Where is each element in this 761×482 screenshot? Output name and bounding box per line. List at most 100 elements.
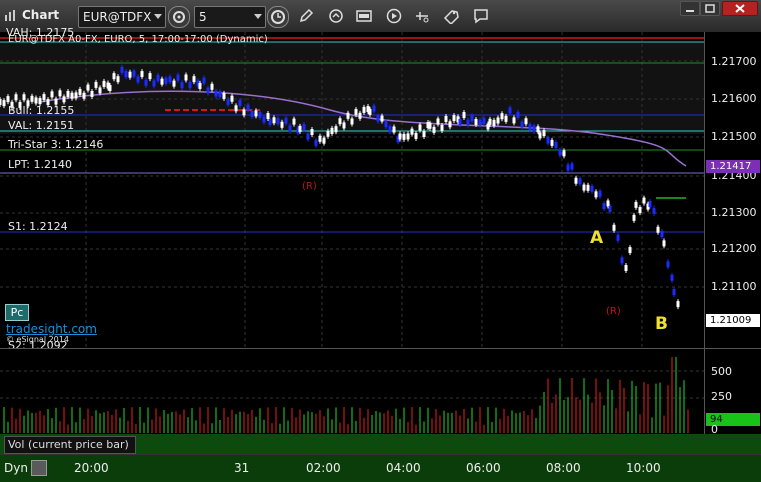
- time-axis[interactable]: Dyn 20:00 31 02:00 04:00 06:00 08:00 10:…: [0, 454, 761, 482]
- price-bar-body: [598, 190, 602, 197]
- price-bar-body: [554, 142, 558, 149]
- price-bar-body: [666, 261, 670, 268]
- price-bar-body: [444, 115, 448, 122]
- price-bar-body: [302, 124, 306, 131]
- price-bar-body: [562, 150, 566, 157]
- price-bar-body: [246, 104, 250, 111]
- price-bar-body: [508, 107, 512, 114]
- cut-icon[interactable]: [414, 8, 430, 24]
- price-bar-body: [322, 137, 326, 144]
- price-bar-body: [214, 90, 218, 97]
- price-bar-body: [418, 124, 422, 131]
- price-bar-body: [2, 100, 6, 107]
- price-bar-body: [140, 71, 144, 78]
- price-bar-body: [458, 118, 462, 125]
- price-bar-body: [288, 125, 292, 132]
- price-bar-body: [482, 117, 486, 124]
- time-label: 08:00: [546, 461, 581, 475]
- price-bar-body: [488, 118, 492, 125]
- price-bar-body: [628, 247, 632, 254]
- price-bar-body: [156, 74, 160, 81]
- annotation-a: A: [590, 228, 604, 248]
- minimize-button[interactable]: [680, 1, 700, 16]
- price-chart[interactable]: EUR@TDFX A0-FX, EURO, 5, 17:00-17:00 (Dy…: [0, 26, 704, 352]
- price-bar-body: [376, 115, 380, 122]
- price-bar-body: [172, 80, 176, 87]
- price-bar-body: [624, 265, 628, 272]
- price-bar-body: [272, 117, 276, 124]
- level-label-bull: Bull: 1.2155: [8, 104, 75, 117]
- price-bar-body: [642, 197, 646, 204]
- price-bar-body: [238, 100, 242, 107]
- price-bar-body: [542, 130, 546, 137]
- window-title: Chart: [22, 8, 60, 22]
- copyright-text: © eSignal 2014: [6, 335, 69, 344]
- price-bar-body: [428, 122, 432, 129]
- price-bar-body: [62, 96, 66, 103]
- price-bar-body: [334, 126, 338, 133]
- play-icon[interactable]: [386, 8, 402, 24]
- price-bar-body: [124, 71, 128, 78]
- price-bar-body: [634, 201, 638, 208]
- price-bar-body: [362, 106, 366, 113]
- price-bar-body: [670, 274, 674, 281]
- price-bar-body: [402, 133, 406, 140]
- interval-select[interactable]: 5: [194, 6, 266, 28]
- cursor-mode-icon[interactable]: [328, 8, 344, 24]
- price-axis[interactable]: 1.21700 1.21600 1.21500 1.21400 1.21300 …: [704, 32, 761, 348]
- price-bar-body: [6, 96, 10, 103]
- pencil-icon[interactable]: [298, 8, 314, 24]
- price-bar-body: [652, 207, 656, 214]
- volume-axis: 500 250 94 0: [704, 348, 761, 436]
- price-bar-body: [98, 87, 102, 94]
- data-window-icon[interactable]: [356, 8, 372, 24]
- tradesight-link[interactable]: tradesight.com: [6, 322, 97, 336]
- price-bar-body: [606, 200, 610, 207]
- price-bar-body: [250, 111, 254, 118]
- price-bar-body: [168, 76, 172, 83]
- close-button[interactable]: [722, 1, 758, 16]
- price-bar-body: [276, 118, 280, 125]
- lock-icon[interactable]: [31, 460, 47, 476]
- symbol-select[interactable]: EUR@TDFX: [78, 6, 166, 28]
- volume-pane[interactable]: [0, 348, 704, 435]
- price-bar-body: [242, 109, 246, 116]
- price-bar-body: [616, 234, 620, 241]
- price-bar-body: [198, 82, 202, 89]
- vah-label: VAH: 1.2175: [6, 26, 75, 39]
- price-bar-body: [50, 91, 54, 98]
- price-bar-body: [388, 126, 392, 133]
- time-clock-button[interactable]: [267, 6, 289, 28]
- settings-gear-button[interactable]: [168, 6, 190, 28]
- level-label-val: VAL: 1.2151: [8, 119, 75, 132]
- volume-tick: 250: [711, 390, 732, 403]
- price-bar-body: [192, 76, 196, 83]
- price-bar-body: [222, 92, 226, 99]
- price-bar-body: [206, 87, 210, 94]
- price-bar-body: [504, 115, 508, 122]
- price-bar-body: [128, 71, 132, 78]
- price-bar-body: [520, 121, 524, 128]
- price-bar-body: [202, 77, 206, 84]
- price-chart-canvas: [0, 32, 704, 348]
- comment-icon[interactable]: [473, 8, 489, 24]
- tag-icon[interactable]: [443, 8, 459, 24]
- price-bar-body: [116, 76, 120, 83]
- price-bar-body: [314, 139, 318, 146]
- pc-tag[interactable]: Pc: [5, 304, 29, 321]
- price-bar-body: [280, 121, 284, 128]
- r-mark: (R): [606, 306, 621, 317]
- maximize-button[interactable]: [700, 1, 720, 16]
- price-bar-body: [566, 164, 570, 171]
- chevron-down-icon: [154, 14, 162, 19]
- price-bar-body: [496, 117, 500, 124]
- price-bar-body: [452, 115, 456, 122]
- price-bar-body: [466, 119, 470, 126]
- price-bar-body: [86, 84, 90, 91]
- price-bar-body: [672, 289, 676, 296]
- price-bar-body: [676, 301, 680, 308]
- price-bar-body: [148, 73, 152, 80]
- price-bar-body: [656, 226, 660, 233]
- vwap-price-tag: 1.21417: [706, 160, 760, 173]
- volume-study-label[interactable]: Vol (current price bar): [4, 436, 136, 454]
